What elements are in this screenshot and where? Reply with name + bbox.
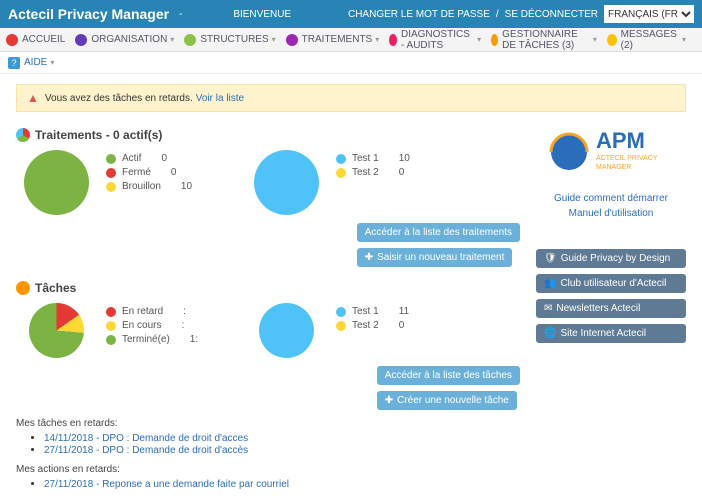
traitements-legend-test: Test 110 Test 20: [336, 150, 419, 181]
list-item: 27/11/2018 - Reponse a une demande faite…: [44, 478, 520, 490]
welcome-link[interactable]: BIENVENUE: [233, 9, 291, 20]
traitements-new-button[interactable]: ✚Saisir un nouveau traitement: [357, 248, 513, 267]
menu-diagnostics[interactable]: DIAGNOSTICS - AUDITS▾: [389, 29, 481, 51]
logout-link[interactable]: SE DÉCONNECTER: [505, 9, 598, 20]
content: ▲ Vous avez des tâches en retards. Voir …: [0, 74, 702, 500]
menu-messages[interactable]: MESSAGES (2)▾: [607, 29, 686, 51]
chevron-down-icon: ▾: [593, 35, 597, 44]
taches-legend-status: En retard: En cours: Terminé(e)1:: [106, 303, 236, 348]
globe-icon: 🌐: [544, 328, 556, 339]
club-button[interactable]: 👥Club utilisateur d'Actecil: [536, 274, 686, 293]
taches-pie-status: [29, 303, 84, 358]
dot-icon: [106, 154, 116, 164]
dot-icon: [336, 307, 346, 317]
menubar: ACCUEIL ORGANISATION▾ STRUCTURES▾ TRAITE…: [0, 28, 702, 52]
change-password-link[interactable]: CHANGER LE MOT DE PASSE: [348, 9, 490, 20]
taches-pie-test: [259, 303, 314, 358]
dot-icon: [106, 335, 116, 345]
taches-legend-test: Test 111 Test 20: [336, 303, 419, 334]
traitements-legend-status: Actif0 Fermé0 Brouillon10: [106, 150, 236, 195]
taches-new-button[interactable]: ✚Créer une nouvelle tâche: [377, 391, 517, 410]
svg-text:ACTECIL PRIVACY: ACTECIL PRIVACY: [596, 155, 658, 162]
traitements-title: Traitements - 0 actif(s): [16, 128, 520, 142]
menu-organisation[interactable]: ORGANISATION▾: [75, 34, 174, 46]
apm-logo: APM ACTECIL PRIVACY MANAGER: [536, 122, 686, 185]
warning-icon: ▲: [27, 91, 39, 105]
dot-icon: [106, 321, 116, 331]
newsletter-button[interactable]: ✉Newsletters Actecil: [536, 299, 686, 318]
tasks-icon: [491, 34, 498, 46]
taches-list-button[interactable]: Accéder à la liste des tâches: [377, 366, 520, 385]
brand-suffix: -: [179, 9, 182, 20]
users-icon: 👥: [544, 278, 556, 289]
menu-accueil[interactable]: ACCUEIL: [6, 34, 65, 46]
svg-text:MANAGER: MANAGER: [596, 164, 631, 171]
aide-bar: ? AIDE ▾: [0, 52, 702, 74]
topbar: Actecil Privacy Manager - BIENVENUE CHAN…: [0, 0, 702, 28]
traitements-icon: [286, 34, 298, 46]
svg-text:APM: APM: [596, 128, 645, 153]
gear-icon: [16, 281, 30, 295]
manual-link[interactable]: Manuel d'utilisation: [536, 208, 686, 219]
traitements-pie-test: [254, 150, 319, 215]
list-item: 14/11/2018 - DPO : Demande de droit d'ac…: [44, 432, 520, 444]
site-button[interactable]: 🌐Site Internet Actecil: [536, 324, 686, 343]
chevron-down-icon: ▾: [375, 35, 379, 44]
chevron-down-icon: ▾: [477, 35, 481, 44]
dot-icon: [336, 321, 346, 331]
mes-taches-title: Mes tâches en retards:: [16, 418, 520, 429]
right-sidebar: APM ACTECIL PRIVACY MANAGER Guide commen…: [536, 122, 686, 490]
organisation-icon: [75, 34, 87, 46]
taches-title: Tâches: [16, 281, 520, 295]
mes-actions-list: 27/11/2018 - Reponse a une demande faite…: [44, 478, 520, 490]
messages-icon: [607, 34, 617, 46]
dot-icon: [336, 168, 346, 178]
shield-icon: 🛡: [544, 253, 557, 264]
chevron-down-icon: ▾: [682, 35, 686, 44]
mail-icon: ✉: [544, 303, 552, 314]
traitements-list-button[interactable]: Accéder à la liste des traitements: [357, 223, 520, 242]
chevron-down-icon: ▾: [50, 58, 54, 67]
aide-link[interactable]: AIDE: [24, 57, 47, 68]
chevron-down-icon: ▾: [272, 35, 276, 44]
guide-start-link[interactable]: Guide comment démarrer: [536, 193, 686, 204]
guide-pbd-button[interactable]: 🛡Guide Privacy by Design: [536, 249, 686, 268]
diagnostics-icon: [389, 34, 397, 46]
dot-icon: [106, 168, 116, 178]
brand: Actecil Privacy Manager: [8, 6, 169, 22]
plus-icon: ✚: [385, 395, 393, 406]
list-item: 27/11/2018 - DPO : Demande de droit d'ac…: [44, 444, 520, 456]
pie-icon: [16, 128, 30, 142]
help-icon: ?: [8, 57, 20, 69]
dot-icon: [106, 307, 116, 317]
dot-icon: [106, 182, 116, 192]
alert-late-tasks: ▲ Vous avez des tâches en retards. Voir …: [16, 84, 686, 112]
alert-text: Vous avez des tâches en retards.: [45, 93, 193, 104]
mes-actions-title: Mes actions en retards:: [16, 464, 520, 475]
menu-structures[interactable]: STRUCTURES▾: [184, 34, 275, 46]
mes-taches-list: 14/11/2018 - DPO : Demande de droit d'ac…: [44, 432, 520, 456]
traitements-pie-status: [24, 150, 89, 215]
menu-gestionnaire[interactable]: GESTIONNAIRE DE TÂCHES (3)▾: [491, 29, 597, 51]
language-select[interactable]: FRANÇAIS (FR): [604, 5, 694, 23]
menu-traitements[interactable]: TRAITEMENTS▾: [286, 34, 380, 46]
dot-icon: [336, 154, 346, 164]
plus-icon: ✚: [365, 252, 373, 263]
structures-icon: [184, 34, 196, 46]
alert-link[interactable]: Voir la liste: [196, 93, 244, 104]
home-icon: [6, 34, 18, 46]
chevron-down-icon: ▾: [170, 35, 174, 44]
